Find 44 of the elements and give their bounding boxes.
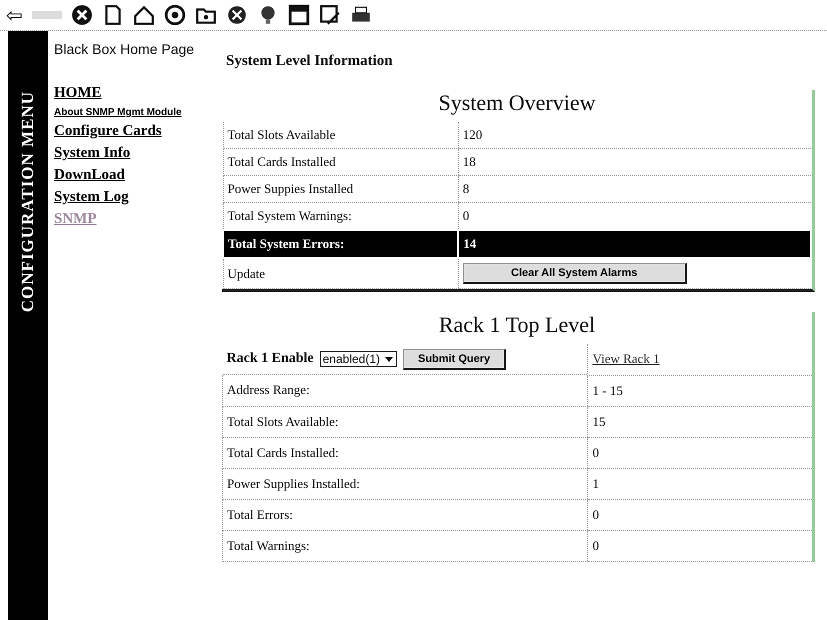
table-cell: Total Slots Available: [222,406,588,437]
table-cell: 120 [458,122,811,148]
menu-link[interactable]: System Info [54,145,222,162]
window-icon[interactable] [288,4,310,26]
stop-icon[interactable] [70,4,93,26]
table-cell: Power Suppies Installed [223,176,458,202]
table-cell: Total System Errors: [223,230,458,258]
table-cell: 0 [588,437,812,468]
table-cell: 15 [588,406,812,437]
page-title: System Level Information [226,53,394,70]
globe-icon[interactable] [164,4,186,26]
menu-link[interactable]: DownLoad [54,167,222,184]
table-cell: Total Errors: [222,499,588,530]
table-cell: 0 [588,499,812,530]
table-cell: Address Range: [222,375,588,406]
section-title: Rack 1 Top Level [438,312,596,338]
table-cell: Update [223,258,458,288]
enable-label: Rack 1 Enable [226,351,314,367]
sidebar-title: CONFIGURATION MENU [18,91,38,312]
menu-link[interactable]: About SNMP Mgmt Module [54,107,222,118]
table-cell: Total Cards Installed: [222,437,588,468]
table-cell: Total Slots Available [223,122,458,148]
table-cell: Power Supplies Installed: [222,468,588,499]
home-page-link[interactable]: Black Box Home Page [54,41,222,57]
table-cell: 1 - 15 [588,375,812,406]
dropdown-arrow-icon[interactable] [384,354,394,364]
table-cell: 8 [458,176,811,202]
submit-button[interactable]: Submit Query [403,348,506,370]
edit-icon[interactable] [318,4,341,26]
table-cell: 14 [458,230,811,258]
menu-link[interactable]: HOME [54,85,222,102]
table-cell: 0 [588,530,812,561]
section-title: System Overview [437,90,597,116]
menu-link[interactable]: Configure Cards [54,123,222,140]
home-icon[interactable] [132,4,155,26]
table-cell: 18 [458,148,811,176]
view-rack-link[interactable]: View Rack 1 [592,351,660,366]
back-button[interactable]: ⇦ [6,3,23,27]
enable-dropdown[interactable]: enabled(1) [320,351,397,367]
menu-link[interactable]: System Log [54,189,222,206]
clear-alarms-button[interactable]: Clear All System Alarms [462,263,687,284]
table-cell: Total Cards Installed [223,148,458,176]
table-cell: Total Warnings: [222,530,588,561]
table-cell: 1 [588,468,812,499]
